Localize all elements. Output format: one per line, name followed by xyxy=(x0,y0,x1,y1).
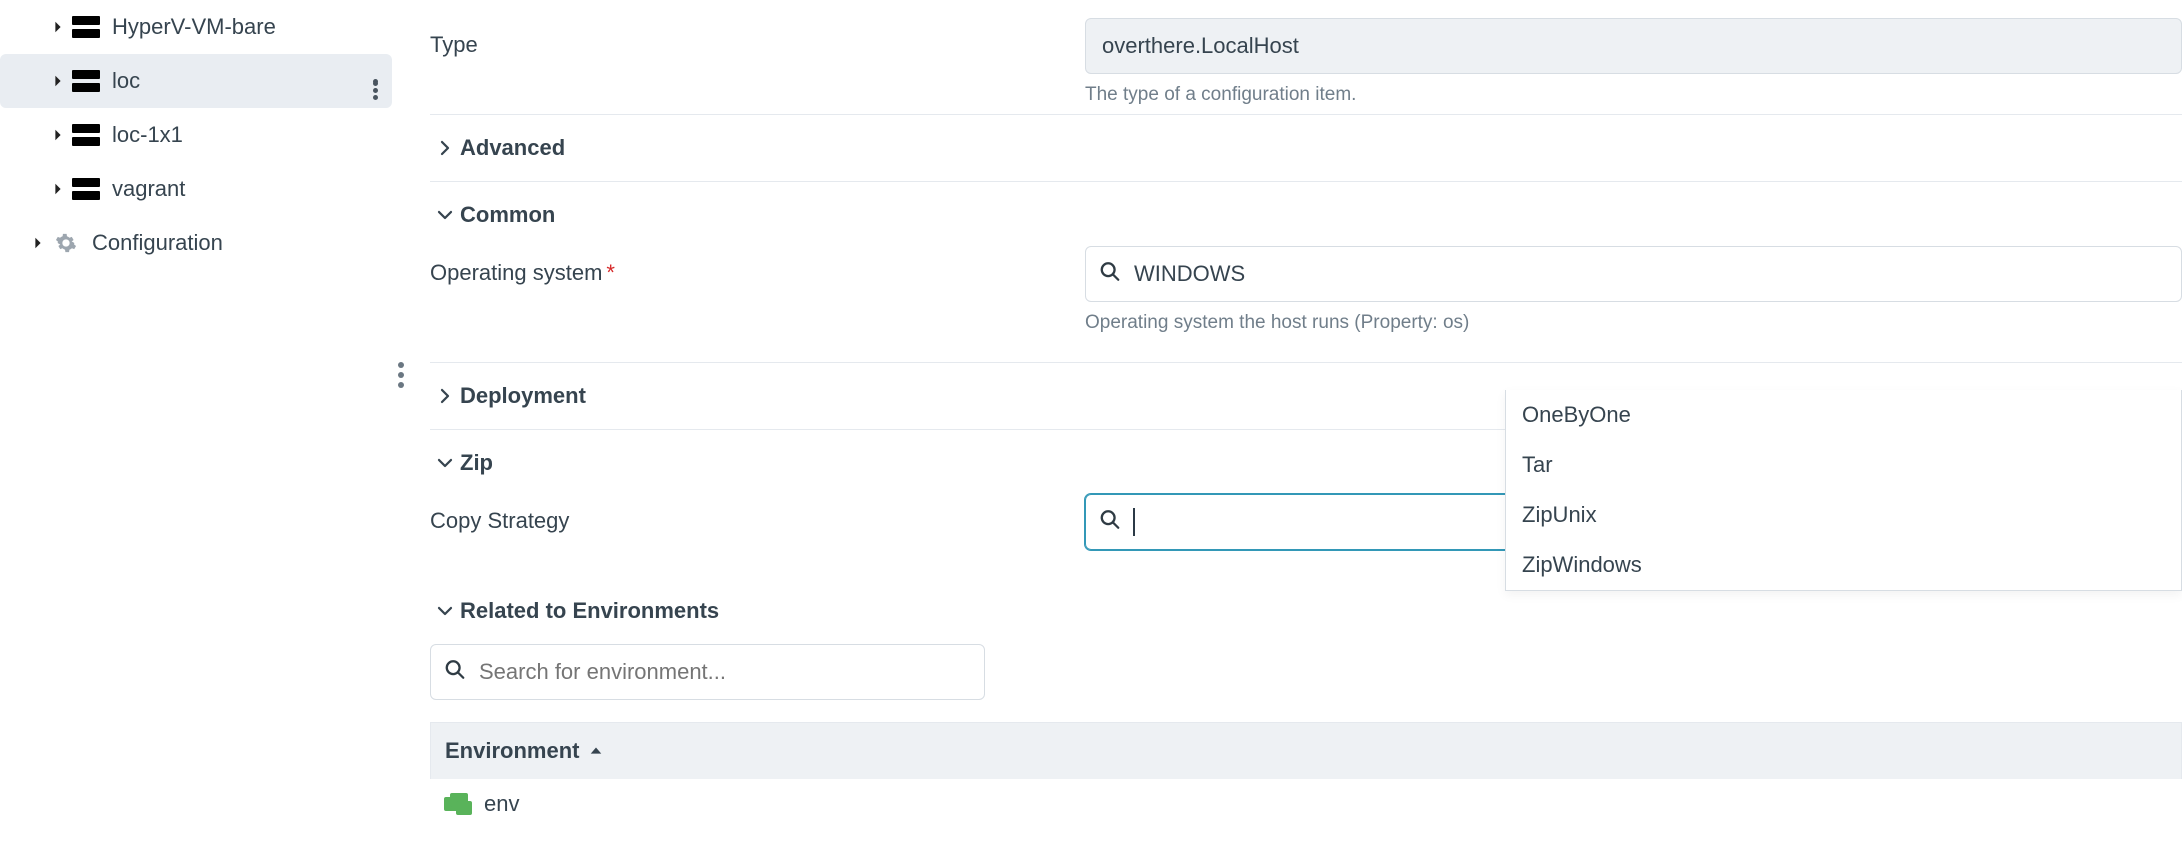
section-label: Zip xyxy=(460,450,493,476)
form-panel: Type The type of a configuration item. A… xyxy=(410,0,2182,842)
text-cursor-icon xyxy=(1133,508,1135,536)
env-table-header[interactable]: Environment xyxy=(430,722,2182,779)
env-row-label: env xyxy=(484,791,519,817)
os-help: Operating system the host runs (Property… xyxy=(1085,312,2182,334)
copy-strategy-label: Copy Strategy xyxy=(430,494,1085,534)
dropdown-option-onebyone[interactable]: OneByOne xyxy=(1506,390,2181,440)
sidebar: HyperV-VM-bare loc loc-1x1 xyxy=(0,0,392,842)
search-icon xyxy=(1099,261,1121,288)
sort-asc-icon xyxy=(589,744,603,758)
copy-strategy-dropdown: OneByOne Tar ZipUnix ZipWindows xyxy=(1505,390,2182,591)
chevron-down-icon xyxy=(430,206,460,224)
sidebar-item-label: Configuration xyxy=(92,230,392,256)
section-common: Common Operating system* Operating syste… xyxy=(430,181,2182,362)
type-input xyxy=(1085,18,2182,74)
kebab-menu-icon[interactable] xyxy=(358,77,392,86)
sidebar-item-loc[interactable]: loc xyxy=(0,54,392,108)
sidebar-item-configuration[interactable]: Configuration xyxy=(0,216,392,270)
caret-right-icon[interactable] xyxy=(46,20,70,34)
section-label: Common xyxy=(460,202,555,228)
chevron-down-icon xyxy=(430,454,460,472)
server-icon xyxy=(70,11,102,43)
os-label-text: Operating system xyxy=(430,260,602,285)
gear-icon xyxy=(50,227,82,259)
caret-right-icon[interactable] xyxy=(46,182,70,196)
section-label: Related to Environments xyxy=(460,598,719,624)
field-type: Type The type of a configuration item. xyxy=(430,0,2182,114)
server-icon xyxy=(70,173,102,205)
environment-icon xyxy=(444,793,472,815)
env-row[interactable]: env xyxy=(430,779,2182,829)
chevron-right-icon xyxy=(430,387,460,405)
chevron-down-icon xyxy=(430,602,460,620)
type-help: The type of a configuration item. xyxy=(1085,84,2182,106)
server-icon xyxy=(70,65,102,97)
dropdown-option-tar[interactable]: Tar xyxy=(1506,440,2181,490)
sidebar-item-label: vagrant xyxy=(112,176,392,202)
sidebar-item-vagrant[interactable]: vagrant xyxy=(0,162,392,216)
dropdown-option-zipwindows[interactable]: ZipWindows xyxy=(1506,540,2181,590)
section-advanced-header[interactable]: Advanced xyxy=(430,135,2182,161)
sidebar-item-label: loc xyxy=(112,68,358,94)
os-input[interactable] xyxy=(1085,246,2182,302)
env-column-label: Environment xyxy=(445,738,579,764)
type-label: Type xyxy=(430,18,1085,58)
caret-right-icon[interactable] xyxy=(26,236,50,250)
sidebar-item-label: loc-1x1 xyxy=(112,122,392,148)
sidebar-item-hyperv-vm-bare[interactable]: HyperV-VM-bare xyxy=(0,0,392,54)
dropdown-option-zipunix[interactable]: ZipUnix xyxy=(1506,490,2181,540)
env-search-input[interactable] xyxy=(430,644,985,700)
os-label: Operating system* xyxy=(430,246,1085,286)
section-label: Deployment xyxy=(460,383,586,409)
search-icon xyxy=(1099,509,1121,536)
caret-right-icon[interactable] xyxy=(46,128,70,142)
caret-right-icon[interactable] xyxy=(46,74,70,88)
section-advanced: Advanced xyxy=(430,114,2182,181)
sidebar-item-label: HyperV-VM-bare xyxy=(112,14,392,40)
search-icon xyxy=(444,659,466,686)
required-star: * xyxy=(606,260,615,285)
sidebar-item-loc-1x1[interactable]: loc-1x1 xyxy=(0,108,392,162)
field-operating-system: Operating system* Operating system the h… xyxy=(430,228,2182,342)
section-related-env-header[interactable]: Related to Environments xyxy=(430,598,2182,624)
drag-handle-icon xyxy=(398,362,404,386)
section-common-header[interactable]: Common xyxy=(430,202,2182,228)
server-icon xyxy=(70,119,102,151)
chevron-right-icon xyxy=(430,139,460,157)
section-related-env: Related to Environments Environment env xyxy=(430,578,2182,849)
tree: HyperV-VM-bare loc loc-1x1 xyxy=(0,0,392,270)
pane-resize-handle[interactable] xyxy=(392,0,410,842)
section-label: Advanced xyxy=(460,135,565,161)
